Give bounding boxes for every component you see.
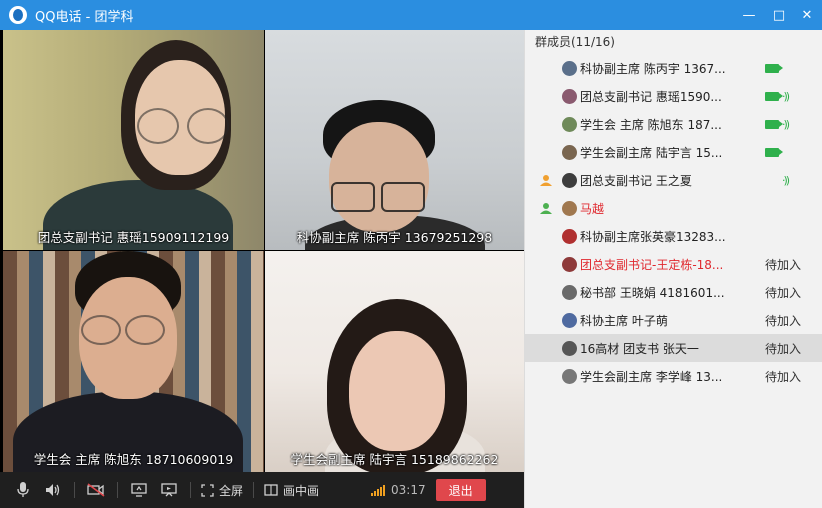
picture-in-picture-icon [264, 484, 278, 496]
fullscreen-button[interactable]: 全屏 [197, 472, 247, 508]
video-tile-2[interactable]: 科协副主席 陈丙宇 13679251298 [265, 30, 524, 250]
speaker-icon[interactable] [38, 472, 68, 508]
members-header: 群成员(11/16) [535, 35, 615, 49]
member-row[interactable]: 团总支副书记 惠瑶1590... ·)) [525, 82, 822, 110]
avatar [562, 200, 577, 216]
fullscreen-icon [201, 483, 214, 497]
camera-off-icon[interactable] [81, 472, 111, 508]
video-caption: 科协副主席 陈丙宇 13679251298 [296, 230, 493, 245]
minimize-button[interactable]: — [738, 4, 760, 26]
camera-on-icon [765, 147, 783, 157]
camera-on-icon [765, 119, 783, 129]
member-name: 16高材 团支书 张天一 [580, 341, 699, 356]
avatar [562, 60, 577, 76]
avatar [562, 172, 577, 188]
glasses-icon [137, 108, 179, 144]
exit-button[interactable]: 退出 [435, 479, 486, 501]
call-toolbar: 全屏 画中画 03:17 退出 [0, 472, 524, 508]
glasses-icon [187, 108, 229, 144]
member-status: 待加入 [765, 313, 802, 328]
video-caption: 学生会副主席 陆宇言 15189862262 [290, 452, 499, 467]
member-row[interactable]: 学生会副主席 陆宇言 15... [525, 138, 822, 166]
avatar [562, 228, 577, 244]
person-face [329, 122, 429, 232]
glasses-icon [381, 182, 425, 212]
member-name: 秘书部 王晓娟 4181601... [580, 285, 725, 300]
signal-icon [371, 484, 386, 496]
avatar [562, 256, 577, 272]
title-bar: QQ电话 - 团学科 — □ ✕ [0, 0, 822, 30]
person-face [349, 331, 445, 451]
group-name: 团学科 [94, 9, 134, 25]
member-status: 待加入 [765, 341, 802, 356]
speaking-icon: ·)) [782, 173, 790, 187]
member-status: 待加入 [765, 369, 802, 384]
members-panel: 群成员(11/16) 科协副主席 陈丙宇 1367... 团总支副书记 惠瑶159… [524, 30, 822, 508]
member-row[interactable]: 学生会 主席 陈旭东 187... ·)) [525, 110, 822, 138]
avatar [562, 88, 577, 104]
toolbar-divider [117, 482, 118, 498]
app-name: QQ电话 [35, 9, 82, 25]
avatar [562, 284, 577, 300]
member-name: 科协副主席 陈丙宇 1367... [580, 61, 726, 76]
member-row[interactable]: 团总支副书记 王之夏 ·)) [525, 166, 822, 194]
toolbar-divider [190, 482, 191, 498]
member-name: 马越 [580, 201, 605, 216]
video-caption: 学生会 主席 陈旭东 18710609019 [33, 452, 234, 467]
call-timer: 03:17 [391, 483, 426, 497]
speaking-icon: ·)) [782, 117, 790, 131]
admin-role-icon [539, 201, 553, 215]
member-row[interactable]: 学生会副主席 李学峰 13... 待加入 [525, 362, 822, 390]
member-name: 科协副主席张英豪13283... [580, 229, 726, 244]
member-name: 学生会副主席 李学峰 13... [580, 369, 723, 384]
picture-in-picture-button[interactable]: 画中画 [260, 472, 323, 508]
member-status: 待加入 [765, 257, 802, 272]
avatar [562, 116, 577, 132]
maximize-button[interactable]: □ [768, 4, 790, 26]
pip-label: 画中画 [283, 483, 320, 498]
toolbar-divider [74, 482, 75, 498]
fullscreen-label: 全屏 [219, 483, 244, 498]
microphone-icon[interactable] [8, 472, 38, 508]
member-name: 团总支副书记-王定栋-18... [580, 257, 724, 272]
member-row[interactable]: 科协副主席张英豪13283... [525, 222, 822, 250]
avatar [562, 340, 577, 356]
toolbar-divider [253, 482, 255, 498]
video-caption: 团总支副书记 惠瑶15909112199 [37, 230, 230, 245]
avatar [562, 312, 577, 328]
slideshow-icon[interactable] [154, 472, 184, 508]
glasses-icon [125, 315, 165, 345]
camera-on-icon [765, 91, 783, 101]
member-row[interactable]: 科协主席 叶子萌 待加入 [525, 306, 822, 334]
member-name: 科协主席 叶子萌 [580, 313, 668, 328]
camera-on-icon [765, 63, 783, 73]
glasses-icon [331, 182, 375, 212]
video-tile-3[interactable]: 学生会 主席 陈旭东 18710609019 [3, 251, 264, 472]
close-button[interactable]: ✕ [796, 4, 818, 26]
member-name: 学生会副主席 陆宇言 15... [580, 145, 723, 160]
member-name: 学生会 主席 陈旭东 187... [580, 117, 722, 132]
screen-share-icon[interactable] [124, 472, 154, 508]
avatar [562, 144, 577, 160]
member-name: 团总支副书记 惠瑶1590... [580, 89, 722, 104]
member-row[interactable]: 科协副主席 陈丙宇 1367... [525, 54, 822, 82]
member-row[interactable]: 16高材 团支书 张天一 待加入 [525, 334, 822, 362]
video-tile-1[interactable]: 团总支副书记 惠瑶15909112199 [3, 30, 264, 250]
member-row[interactable]: 马越 [525, 194, 822, 222]
title-separator: - [81, 9, 95, 25]
video-grid: 团总支副书记 惠瑶15909112199 科协副主席 陈丙宇 136792512… [0, 30, 524, 472]
avatar [562, 368, 577, 384]
member-status: 待加入 [765, 285, 802, 300]
member-name: 团总支副书记 王之夏 [580, 173, 692, 188]
admin-role-icon [539, 173, 553, 187]
qq-logo-icon [9, 6, 27, 24]
glasses-icon [81, 315, 121, 345]
window-title: QQ电话 - 团学科 [35, 6, 133, 25]
video-tile-4[interactable]: 学生会副主席 陆宇言 15189862262 [265, 251, 524, 472]
member-row[interactable]: 秘书部 王晓娟 4181601... 待加入 [525, 278, 822, 306]
member-row[interactable]: 团总支副书记-王定栋-18... 待加入 [525, 250, 822, 278]
speaking-icon: ·)) [782, 89, 790, 103]
